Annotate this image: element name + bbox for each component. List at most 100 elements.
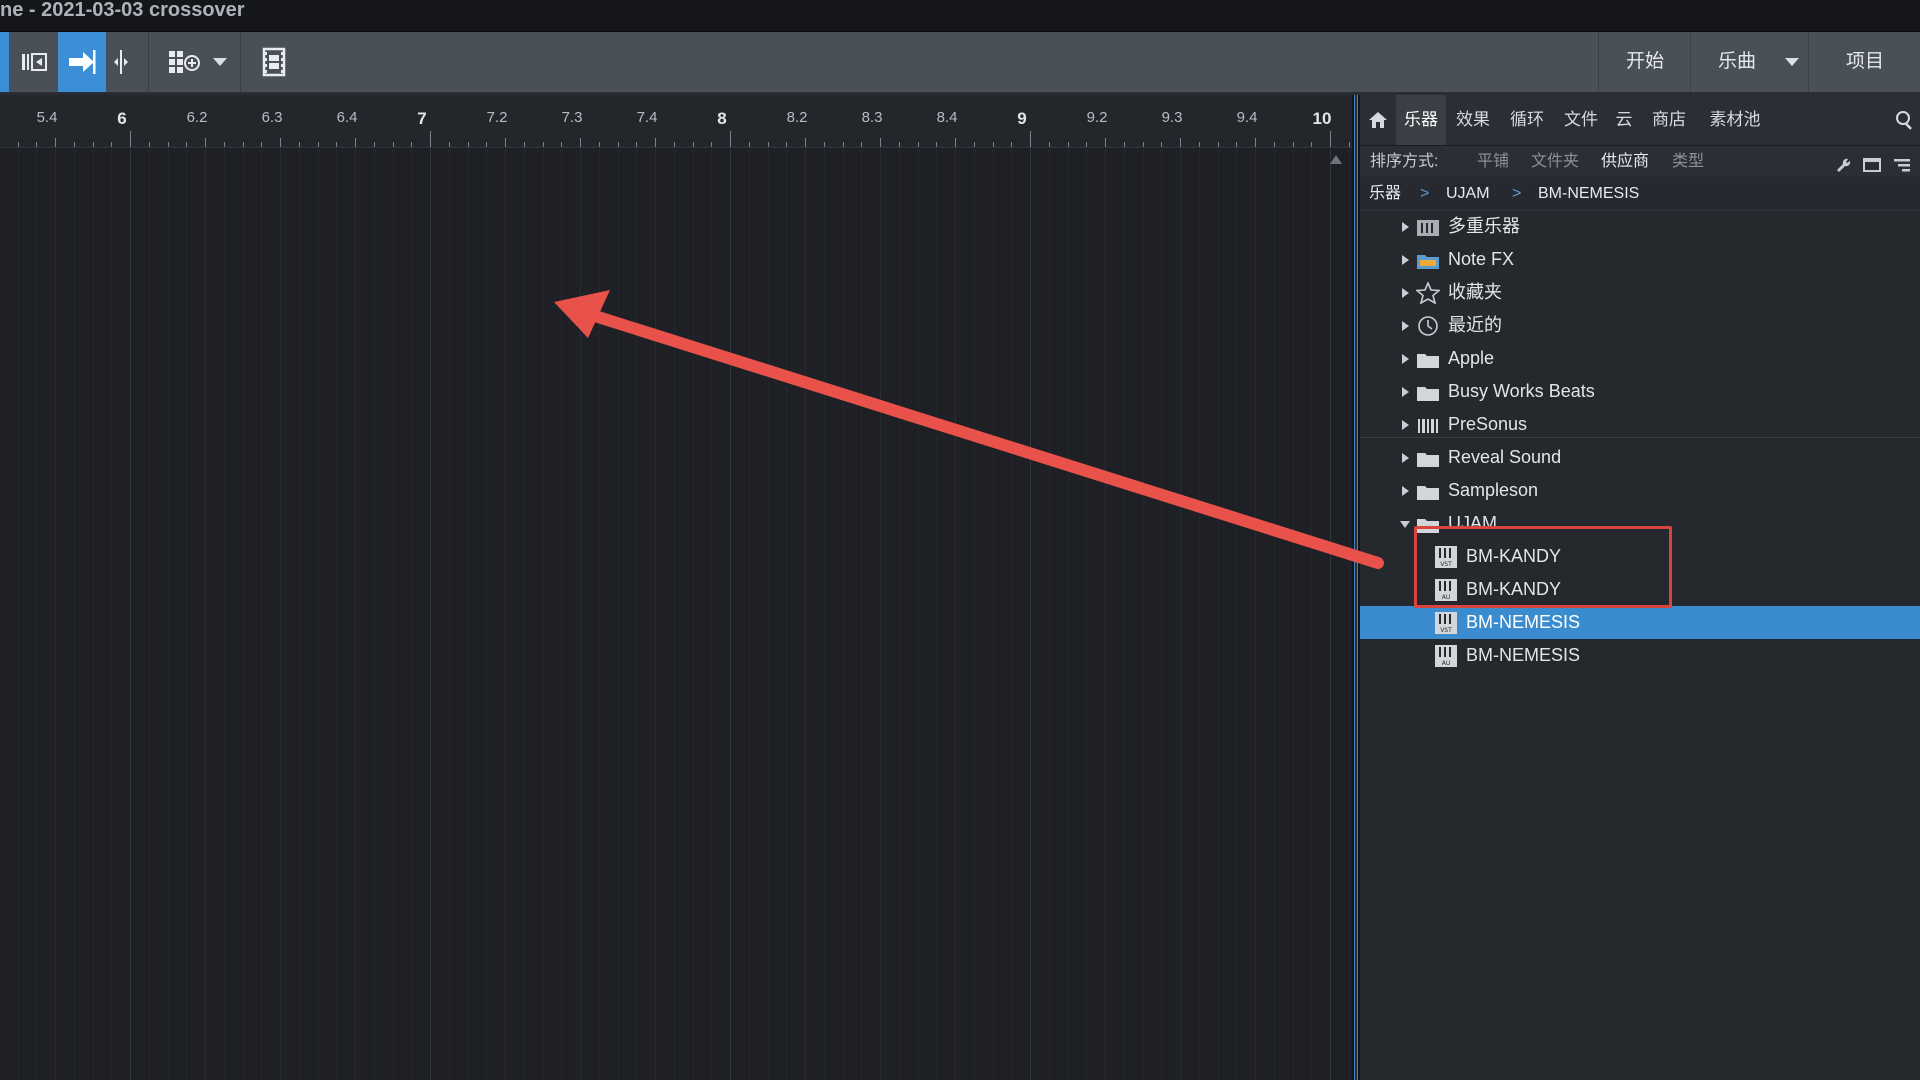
ruler-tick — [1330, 131, 1331, 147]
arrange-view[interactable]: 5.4 6 6.2 6.3 6.4 7 7.2 7.3 7.4 8 8.2 8.3 8.4 9 9.2 9.3… — [0, 95, 1352, 1080]
list-item-bm-nemesis-au[interactable]: AU BM-NEMESIS — [1360, 639, 1920, 672]
tab-loops[interactable]: 循环 — [1502, 95, 1552, 145]
loop-start-icon[interactable] — [14, 32, 54, 92]
list-item-presonus[interactable]: PreSonus — [1360, 408, 1920, 441]
presonus-icon — [1416, 414, 1438, 434]
list-item-bm-nemesis-vst[interactable]: VST BM-NEMESIS — [1360, 606, 1920, 639]
timeline-ruler[interactable]: 5.4 6 6.2 6.3 6.4 7 7.2 7.3 7.4 8 8.2 8.3 8.4 9 9.2 9.3… — [0, 95, 1352, 148]
sort-option-folder[interactable]: 文件夹 — [1531, 146, 1579, 177]
song-dropdown-chevron-down-icon[interactable] — [1785, 58, 1799, 66]
grid-line — [786, 147, 787, 1080]
list-item-reveal-sound[interactable]: Reveal Sound — [1360, 441, 1920, 474]
ruler-tick — [955, 138, 956, 147]
home-icon[interactable] — [1360, 95, 1396, 145]
sort-option-type[interactable]: 类型 — [1672, 146, 1704, 177]
panel-divider[interactable] — [1352, 95, 1360, 1080]
list-item-apple[interactable]: Apple — [1360, 342, 1920, 375]
clock-icon — [1416, 315, 1438, 336]
grid-line — [1218, 147, 1219, 1080]
tab-pool[interactable]: 素材池 — [1700, 95, 1770, 145]
expand-triangle-icon[interactable] — [1402, 255, 1409, 265]
grid-line — [1311, 147, 1312, 1080]
grid-line — [1236, 147, 1237, 1080]
sort-option-flat[interactable]: 平铺 — [1477, 146, 1509, 177]
folder-icon — [1416, 381, 1439, 401]
grid-line — [186, 147, 187, 1080]
grid-line — [580, 147, 581, 1080]
grid-line — [36, 147, 37, 1080]
ruler-tick — [1105, 138, 1106, 147]
ruler-label: 7.2 — [486, 109, 508, 126]
list-item-label: Apple — [1448, 348, 1495, 368]
list-item-busy-works-beats[interactable]: Busy Works Beats — [1360, 375, 1920, 408]
ruler-tick — [805, 138, 806, 147]
sort-option-vendor[interactable]: 供应商 — [1601, 146, 1649, 177]
breadcrumb-ujam[interactable]: UJAM — [1446, 178, 1490, 210]
ruler-tick — [730, 131, 731, 147]
tab-instruments[interactable]: 乐器 — [1396, 95, 1446, 145]
vst-plugin-icon: VST — [1434, 611, 1457, 634]
follow-playhead-icon[interactable] — [58, 32, 106, 92]
grid-line — [543, 147, 544, 1080]
grid-line — [993, 147, 994, 1080]
grid-line — [430, 147, 431, 1080]
ruler-label: 9.4 — [1236, 109, 1258, 126]
expand-triangle-icon[interactable] — [1402, 486, 1409, 496]
breadcrumb: 乐器 > UJAM > BM-NEMESIS — [1360, 178, 1920, 211]
grid-line — [318, 147, 319, 1080]
grid-add-icon[interactable] — [164, 32, 204, 92]
breadcrumb-bm-nemesis[interactable]: BM-NEMESIS — [1538, 178, 1639, 210]
grid-line — [336, 147, 337, 1080]
grid-line — [974, 147, 975, 1080]
list-item-multi-instruments[interactable]: 多重乐器 — [1360, 210, 1920, 243]
collapse-triangle-icon[interactable] — [1400, 521, 1410, 528]
grid-dropdown-chevron-down-icon[interactable] — [213, 58, 227, 66]
ruler-label: 6.4 — [336, 109, 358, 126]
tab-cloud[interactable]: 云 — [1606, 95, 1642, 145]
au-plugin-icon: AU — [1434, 644, 1457, 667]
start-button[interactable]: 开始 — [1598, 32, 1691, 92]
main-toolbar: 开始 乐曲 项目 — [0, 32, 1920, 95]
expand-triangle-icon[interactable] — [1402, 354, 1409, 364]
expand-triangle-icon[interactable] — [1402, 288, 1409, 298]
sort-bar: 排序方式: 平铺 文件夹 供应商 类型 — [1360, 146, 1920, 177]
ruler-label: 9 — [1017, 109, 1027, 128]
ruler-label: 10 — [1312, 109, 1332, 128]
expand-triangle-icon[interactable] — [1402, 321, 1409, 331]
project-button[interactable]: 项目 — [1808, 32, 1920, 92]
song-button[interactable]: 乐曲 — [1690, 32, 1783, 92]
list-item-label: Busy Works Beats — [1448, 381, 1595, 401]
tab-files[interactable]: 文件 — [1556, 95, 1606, 145]
grid-line — [880, 147, 881, 1080]
grid-line — [768, 147, 769, 1080]
expand-triangle-icon[interactable] — [1402, 222, 1409, 232]
breadcrumb-instruments[interactable]: 乐器 — [1369, 178, 1401, 210]
list-item-sampleson[interactable]: Sampleson — [1360, 474, 1920, 507]
list-item-recent[interactable]: 最近的 — [1360, 309, 1920, 342]
grid-line — [1330, 147, 1331, 1080]
grid-line — [711, 147, 712, 1080]
list-item-label: 多重乐器 — [1448, 216, 1520, 236]
breadcrumb-separator: > — [1420, 185, 1430, 202]
grid-line — [168, 147, 169, 1080]
toolbar-edge-button[interactable] — [0, 32, 9, 92]
grid-line — [655, 147, 656, 1080]
expand-triangle-icon[interactable] — [1402, 387, 1409, 397]
expand-triangle-icon[interactable] — [1402, 453, 1409, 463]
ruler-label: 9.2 — [1086, 109, 1108, 126]
list-item-label: 收藏夹 — [1448, 282, 1502, 302]
grid-line — [674, 147, 675, 1080]
list-item-label: PreSonus — [1448, 414, 1528, 434]
grid-line — [205, 147, 206, 1080]
expand-triangle-icon[interactable] — [1402, 420, 1409, 430]
list-item-note-fx[interactable]: Note FX — [1360, 243, 1920, 276]
grid-line — [1086, 147, 1087, 1080]
folder-icon — [1416, 447, 1439, 467]
search-icon[interactable] — [1890, 95, 1920, 145]
split-icon[interactable] — [108, 32, 134, 92]
video-film-icon[interactable] — [256, 32, 292, 92]
tab-shop[interactable]: 商店 — [1644, 95, 1694, 145]
scroll-up-icon[interactable] — [1330, 155, 1342, 164]
list-item-favorites[interactable]: 收藏夹 — [1360, 276, 1920, 309]
tab-effects[interactable]: 效果 — [1448, 95, 1498, 145]
